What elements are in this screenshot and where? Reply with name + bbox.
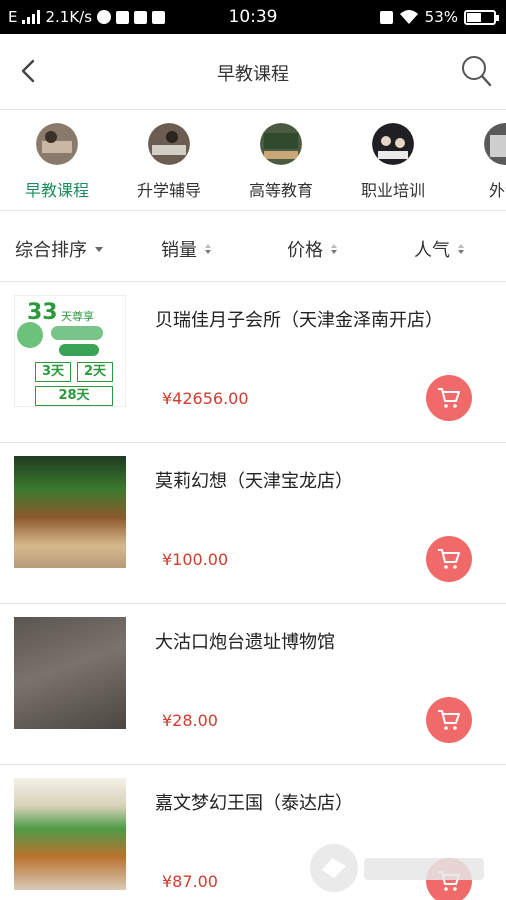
tab-label: 早教课程 xyxy=(24,181,89,200)
category-thumb-icon xyxy=(260,123,302,165)
product-list: 33 天尊享 3天 2天 28天 贝瑞佳月子会所（天津金泽南开店） ¥42656… xyxy=(0,282,506,900)
category-thumb-icon xyxy=(36,123,78,165)
sort-label: 销量 xyxy=(161,240,197,261)
status-bar: E 2.1K/s 10:39 53% xyxy=(0,0,506,34)
product-name: 嘉文梦幻王国（泰达店） xyxy=(155,793,353,814)
sort-price[interactable]: 价格 xyxy=(287,236,337,262)
product-name: 贝瑞佳月子会所（天津金泽南开店） xyxy=(155,310,443,331)
product-price: ¥100.00 xyxy=(162,550,229,569)
product-thumbnail xyxy=(14,617,126,729)
tab-label: 高等教育 xyxy=(248,181,313,200)
product-name: 大沽口炮台遗址博物馆 xyxy=(155,632,335,653)
add-to-cart-button[interactable] xyxy=(426,536,472,582)
product-name: 莫莉幻想（天津宝龙店） xyxy=(155,471,353,492)
add-to-cart-button[interactable] xyxy=(426,697,472,743)
cart-icon xyxy=(438,549,460,569)
decoration xyxy=(51,326,103,340)
category-tabs: 早教课程 升学辅导 高等教育 职业培训 外语 xyxy=(0,111,506,211)
search-icon[interactable] xyxy=(460,54,492,88)
thumbnail-text: 天尊享 xyxy=(61,310,94,323)
list-item[interactable]: 莫莉幻想（天津宝龙店） ¥100.00 xyxy=(0,443,506,604)
thumbnail-text: 3天 xyxy=(35,362,71,382)
tab-label: 外语 xyxy=(488,181,506,200)
sort-label: 综合排序 xyxy=(15,240,87,261)
sort-bar: 综合排序 销量 价格 人气 xyxy=(0,212,506,282)
tab-admission-tutoring[interactable]: 升学辅导 xyxy=(114,123,224,201)
caret-down-icon xyxy=(95,246,103,252)
product-thumbnail xyxy=(14,778,126,890)
tab-label: 升学辅导 xyxy=(136,181,201,200)
sort-popularity[interactable]: 人气 xyxy=(414,236,464,262)
page-title: 早教课程 xyxy=(217,64,289,85)
battery-fill xyxy=(467,12,481,22)
tab-vocational-training[interactable]: 职业培训 xyxy=(338,123,448,201)
wifi-icon xyxy=(399,10,418,24)
sort-label: 人气 xyxy=(414,240,450,261)
tab-foreign-language[interactable]: 外语 xyxy=(450,123,506,201)
sort-sales[interactable]: 销量 xyxy=(161,236,211,262)
app-header: 早教课程 xyxy=(0,34,506,110)
sort-toggle-icon xyxy=(205,244,211,254)
decoration xyxy=(59,344,99,356)
product-thumbnail xyxy=(14,456,126,568)
add-to-cart-button[interactable] xyxy=(426,375,472,421)
cart-icon xyxy=(438,710,460,730)
flower-icon xyxy=(17,322,43,348)
product-price: ¥28.00 xyxy=(162,711,218,730)
sort-toggle-icon xyxy=(458,244,464,254)
battery-percent: 53% xyxy=(424,8,458,26)
watermark-logo xyxy=(310,844,484,892)
list-item[interactable]: 33 天尊享 3天 2天 28天 贝瑞佳月子会所（天津金泽南开店） ¥42656… xyxy=(0,282,506,443)
status-right: 53% xyxy=(379,0,499,34)
sort-toggle-icon xyxy=(331,244,337,254)
tab-higher-education[interactable]: 高等教育 xyxy=(226,123,336,201)
cart-icon xyxy=(438,388,460,408)
sort-label: 价格 xyxy=(287,240,323,261)
category-thumb-icon xyxy=(372,123,414,165)
tab-label: 职业培训 xyxy=(360,181,425,200)
thumbnail-text: 2天 xyxy=(77,362,113,382)
category-thumb-icon xyxy=(484,123,506,165)
vibrate-icon xyxy=(379,10,393,24)
list-item[interactable]: 大沽口炮台遗址博物馆 ¥28.00 xyxy=(0,604,506,765)
product-price: ¥87.00 xyxy=(162,872,218,891)
category-thumb-icon xyxy=(148,123,190,165)
sort-comprehensive[interactable]: 综合排序 xyxy=(15,236,103,262)
battery-icon xyxy=(464,9,499,25)
tab-early-education[interactable]: 早教课程 xyxy=(2,123,112,201)
product-thumbnail: 33 天尊享 3天 2天 28天 xyxy=(14,295,126,407)
product-price: ¥42656.00 xyxy=(162,389,249,408)
time-label: 10:39 xyxy=(228,7,278,27)
thumbnail-text: 28天 xyxy=(35,386,113,406)
